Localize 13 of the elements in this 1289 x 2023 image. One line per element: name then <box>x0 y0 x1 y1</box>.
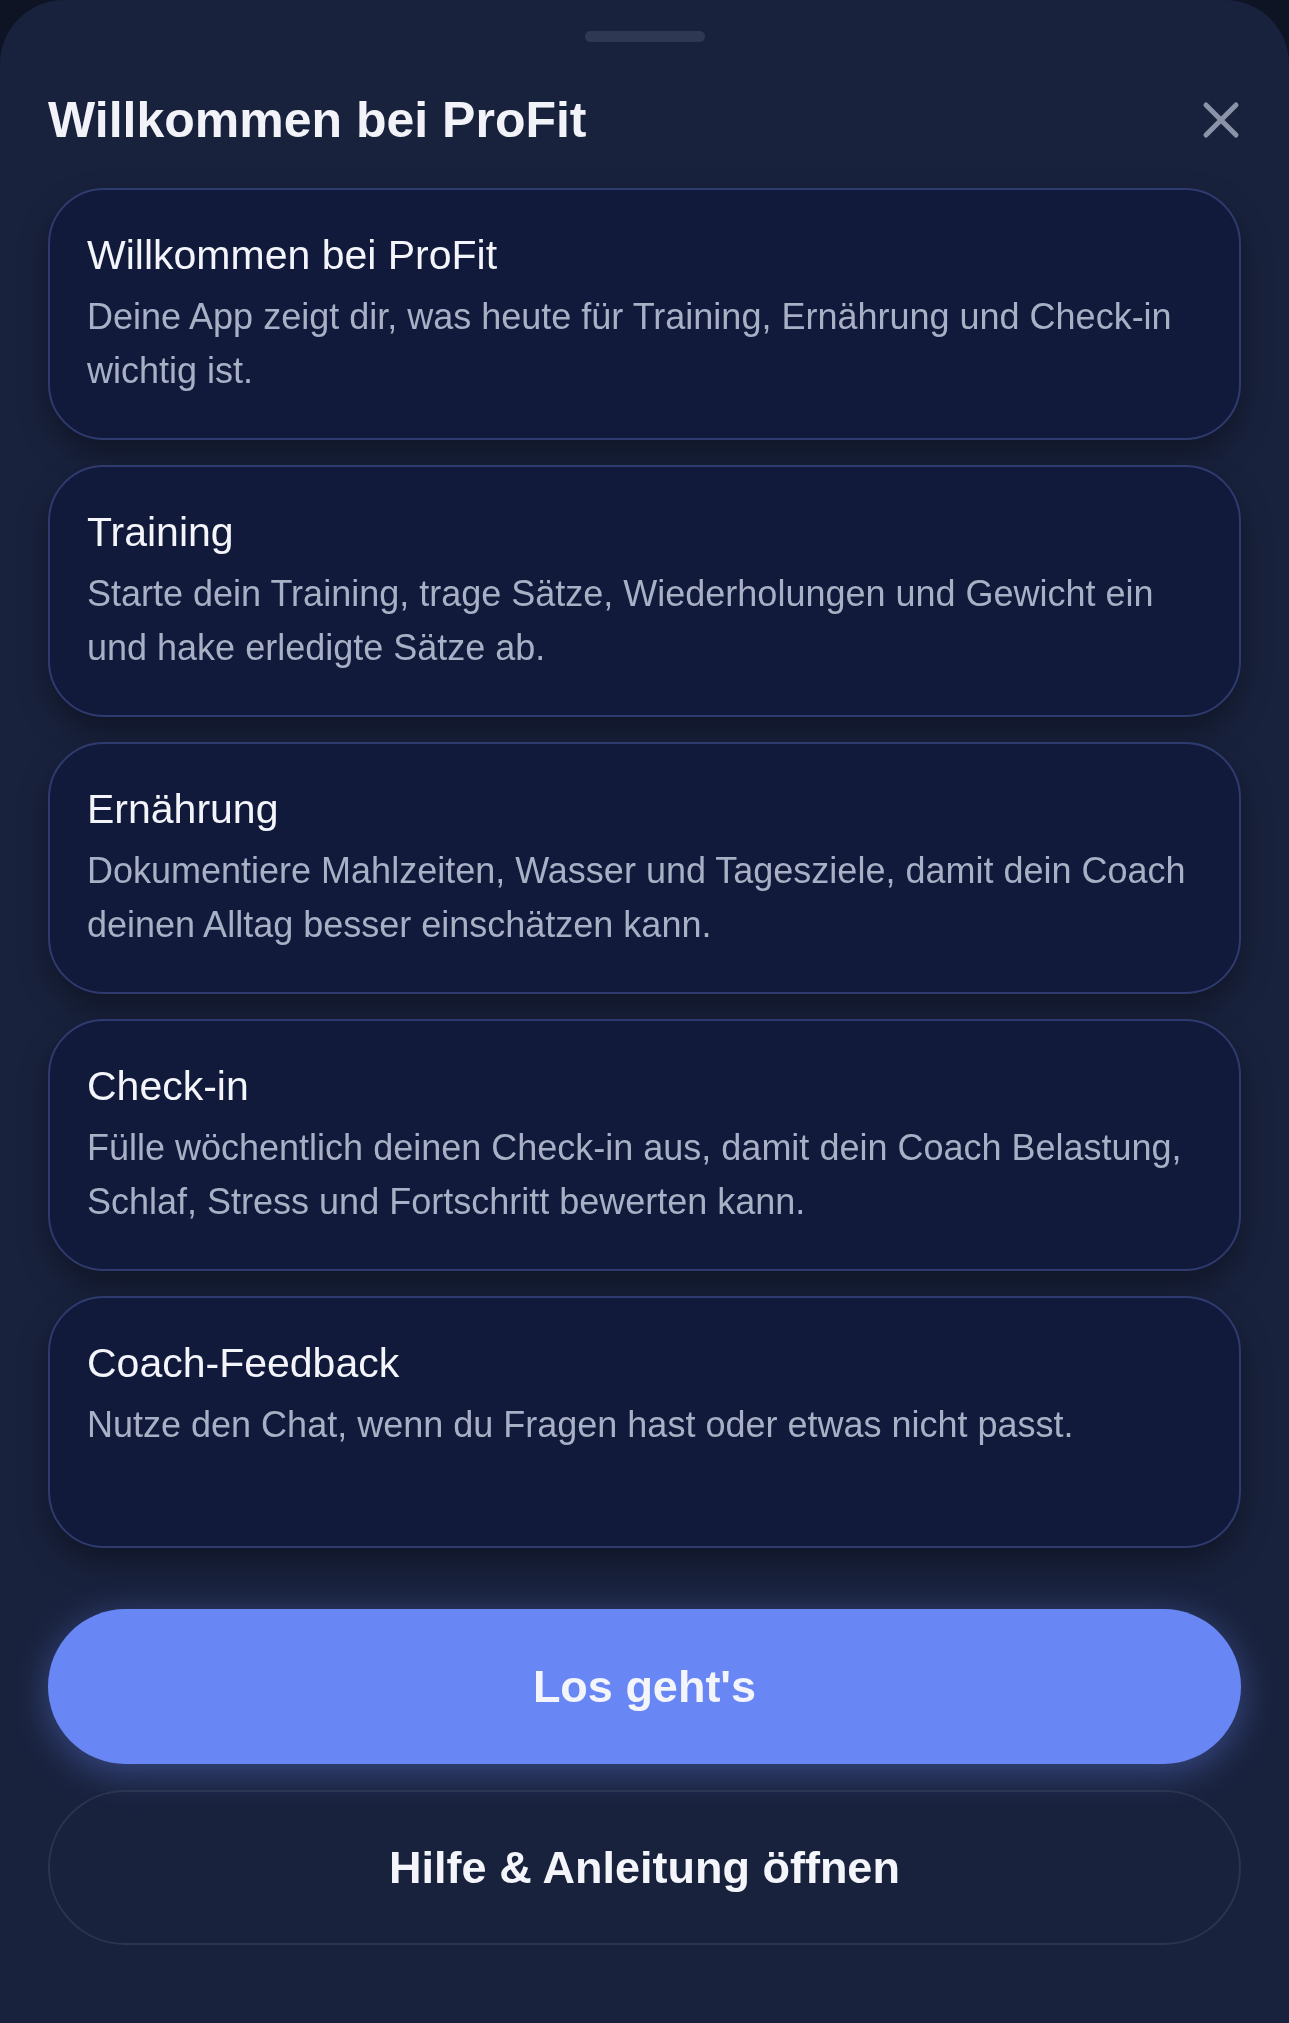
card-title: Ernährung <box>87 785 280 834</box>
card-title: Coach-Feedback <box>87 1339 401 1388</box>
card-description: Deine App zeigt dir, was heute für Training, Ernährung und Check-in wichtig ist. <box>87 295 1173 393</box>
card-title: Training <box>87 508 235 557</box>
close-icon <box>1201 100 1241 140</box>
card-description: Nutze den Chat, wenn du Fragen hast oder etwas nicht passt. <box>87 1403 1075 1447</box>
help-button[interactable]: Hilfe & Anleitung öffnen <box>48 1790 1241 1945</box>
card-description: Starte dein Training, trage Sätze, Wiederholungen und Gewicht ein und hake erledigte Sätze ab. <box>87 572 1155 670</box>
sheet-title: Willkommen bei ProFit <box>48 91 587 149</box>
card-description: Fülle wöchentlich deinen Check-in aus, damit dein Coach Belastung, Schlaf, Stress und Fortschritt bewerten kann. <box>87 1126 1183 1224</box>
card-title: Check-in <box>87 1062 250 1111</box>
card-title: Willkommen bei ProFit <box>87 231 499 280</box>
card-description: Dokumentiere Mahlzeiten, Wasser und Tagesziele, damit dein Coach deinen Alltag besser einschätzen kann. <box>87 849 1187 947</box>
